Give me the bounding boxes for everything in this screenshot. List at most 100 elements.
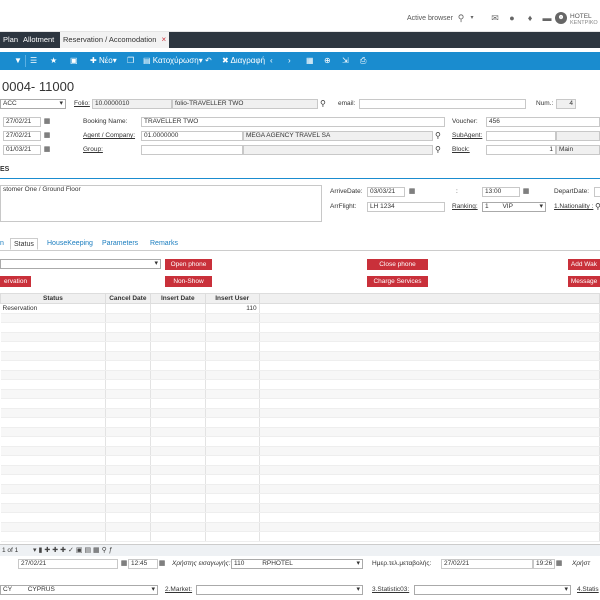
table-row[interactable] — [0, 474, 600, 485]
table-row[interactable] — [0, 389, 600, 399]
calendar-icon[interactable]: ▦ — [43, 146, 51, 154]
col-insert-user[interactable]: Insert User — [204, 293, 260, 304]
star-icon[interactable]: ★ — [50, 55, 57, 67]
message-button[interactable]: Message — [568, 276, 600, 287]
table-row[interactable] — [0, 455, 600, 466]
table-row[interactable] — [0, 379, 600, 390]
delete-button[interactable]: ✖ Διαγραφή — [222, 55, 265, 67]
table-row[interactable] — [0, 503, 600, 513]
table-row[interactable] — [0, 322, 600, 333]
export-icon[interactable]: ⇲ — [342, 55, 349, 67]
agent-label[interactable]: Agent / Company: — [83, 132, 135, 139]
search-icon[interactable]: ⚲ — [435, 132, 443, 140]
booking-name-field[interactable]: TRAVELLER TWO — [141, 117, 445, 127]
table-row[interactable] — [0, 408, 600, 418]
arrflight-field[interactable]: LH 1234 — [367, 202, 445, 212]
agent-code-field[interactable]: 01.0000000 — [141, 131, 243, 141]
arrive-time-field[interactable]: 13:00 — [482, 187, 520, 197]
search-icon[interactable]: ⚲ — [435, 146, 443, 154]
filter-icon[interactable]: ▼ — [14, 55, 22, 67]
table-row[interactable] — [0, 493, 600, 504]
stat3-label[interactable]: 3.Statistic03: — [372, 586, 409, 593]
table-row[interactable] — [0, 313, 600, 323]
stat4-label[interactable]: 4.Statis — [577, 586, 599, 593]
save-icon[interactable]: ▣ — [70, 55, 78, 67]
add-wake-button[interactable]: Add Wak — [568, 259, 600, 270]
avatar[interactable]: ☻ — [555, 12, 567, 24]
table-row[interactable] — [0, 370, 600, 380]
table-row[interactable]: Reservation 110 — [0, 303, 600, 314]
subagent-field[interactable] — [486, 131, 556, 141]
table-row[interactable] — [0, 351, 600, 361]
date-field-3[interactable]: 01/03/21 — [3, 145, 41, 155]
tab-status[interactable]: Status — [10, 238, 38, 250]
search-icon[interactable]: ⚲ — [595, 203, 600, 211]
calendar-icon[interactable]: ▦ — [120, 560, 128, 568]
arrive-date-field[interactable]: 03/03/21 — [367, 187, 405, 197]
subagent-label[interactable]: SubAgent: — [452, 132, 482, 139]
table-row[interactable] — [0, 484, 600, 494]
col-insert-date[interactable]: Insert Date — [149, 293, 206, 304]
new-button[interactable]: ✚ Νέο▾ — [90, 55, 117, 67]
tab-reservation[interactable]: Reservation / Accomodation × — [60, 32, 170, 48]
prev-icon[interactable]: ‹ — [270, 55, 273, 67]
clock-icon[interactable]: ▦ — [158, 560, 166, 568]
table-row[interactable] — [0, 417, 600, 428]
clock-icon[interactable]: ▦ — [555, 560, 563, 568]
ranking-label[interactable]: Ranking: — [452, 203, 478, 210]
depart-date-field[interactable] — [594, 187, 600, 197]
voucher-field[interactable]: 456 — [486, 117, 600, 127]
market-label[interactable]: 2.Market: — [165, 586, 192, 593]
zoom-icon[interactable]: ⊕ — [324, 55, 331, 67]
folio-label[interactable]: Folio: — [74, 100, 90, 107]
tab-parameters[interactable]: Parameters — [102, 238, 138, 250]
mail-icon[interactable]: ✉ — [490, 13, 500, 23]
users-icon[interactable]: ● — [507, 13, 517, 23]
table-row[interactable] — [0, 341, 600, 352]
status-select[interactable] — [0, 259, 161, 269]
search-icon[interactable]: ⚲ — [320, 100, 328, 108]
charge-services-button[interactable]: Charge Services — [367, 276, 428, 287]
table-row[interactable] — [0, 522, 600, 532]
chat-icon[interactable]: ▬ — [542, 13, 552, 23]
country-select[interactable]: CY CYPRUS — [0, 585, 158, 595]
table-row[interactable] — [0, 446, 600, 456]
bell-icon[interactable]: ♦ — [525, 13, 535, 23]
col-status[interactable]: Status — [0, 293, 106, 304]
stat3-select[interactable] — [414, 585, 571, 595]
tab-allotment[interactable]: Allotment — [20, 32, 57, 48]
table-row[interactable] — [0, 427, 600, 437]
notes-field[interactable]: stomer One / Ground Floor — [0, 185, 322, 222]
calendar-icon[interactable]: ▦ — [408, 188, 416, 196]
table-row[interactable] — [0, 436, 600, 447]
table-row[interactable] — [0, 531, 600, 542]
reservation-button[interactable]: ervation — [0, 276, 31, 287]
nationality-label[interactable]: 1.Nationality : — [554, 203, 593, 210]
print-icon[interactable]: ⎙ — [360, 55, 366, 67]
table-row[interactable] — [0, 465, 600, 475]
tab-remarks[interactable]: Remarks — [150, 238, 178, 250]
chevron-down-icon[interactable]: ▾ — [467, 13, 477, 23]
list-icon[interactable]: ☰ — [30, 55, 37, 67]
block-label[interactable]: Block: — [452, 146, 470, 153]
clock-icon[interactable]: ▦ — [522, 188, 530, 196]
search-icon[interactable]: ⚲ — [456, 13, 466, 23]
status-button[interactable]: ▤ Κατοχύρωση▾ — [143, 55, 203, 67]
table-row[interactable] — [0, 398, 600, 409]
subtab-partial[interactable]: n — [0, 238, 4, 250]
non-show-button[interactable]: Non-Show — [165, 276, 212, 287]
close-icon[interactable]: × — [161, 35, 166, 44]
ranking-select[interactable]: 1 VIP — [482, 202, 546, 212]
market-select[interactable] — [196, 585, 363, 595]
calendar-icon[interactable]: ▦ — [43, 118, 51, 126]
undo-icon[interactable]: ↶ — [205, 55, 212, 67]
email-field[interactable] — [359, 99, 526, 109]
group-code-field[interactable] — [141, 145, 243, 155]
date-field-1[interactable]: 27/02/21 — [3, 117, 41, 127]
block-num-field[interactable]: 1 — [486, 145, 556, 155]
group-label[interactable]: Group: — [83, 146, 103, 153]
acc-select[interactable]: ACC — [0, 99, 66, 109]
tab-plan[interactable]: Plan — [0, 32, 21, 48]
table-row[interactable] — [0, 332, 600, 342]
close-phone-button[interactable]: Close phone — [367, 259, 428, 270]
